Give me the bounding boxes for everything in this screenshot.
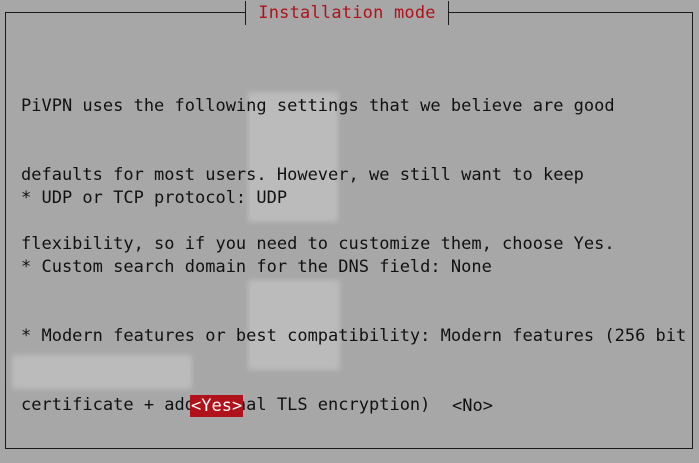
dialog-title: Installation mode bbox=[245, 1, 449, 25]
dialog-title-text: Installation mode bbox=[258, 3, 436, 23]
settings-list: * UDP or TCP protocol: UDP * Custom sear… bbox=[21, 141, 686, 463]
no-button[interactable]: <No> bbox=[451, 395, 494, 417]
description-line: PiVPN uses the following settings that w… bbox=[21, 96, 615, 116]
installation-mode-dialog: Installation mode PiVPN uses the followi… bbox=[5, 1, 693, 449]
setting-dns-domain: * Custom search domain for the DNS field… bbox=[21, 257, 492, 277]
setting-features: * Modern features or best compatibility:… bbox=[21, 326, 687, 346]
yes-button[interactable]: <Yes> bbox=[190, 395, 244, 417]
setting-features-continued: certificate + additional TLS encryption) bbox=[21, 395, 431, 415]
setting-protocol: * UDP or TCP protocol: UDP bbox=[21, 188, 288, 208]
